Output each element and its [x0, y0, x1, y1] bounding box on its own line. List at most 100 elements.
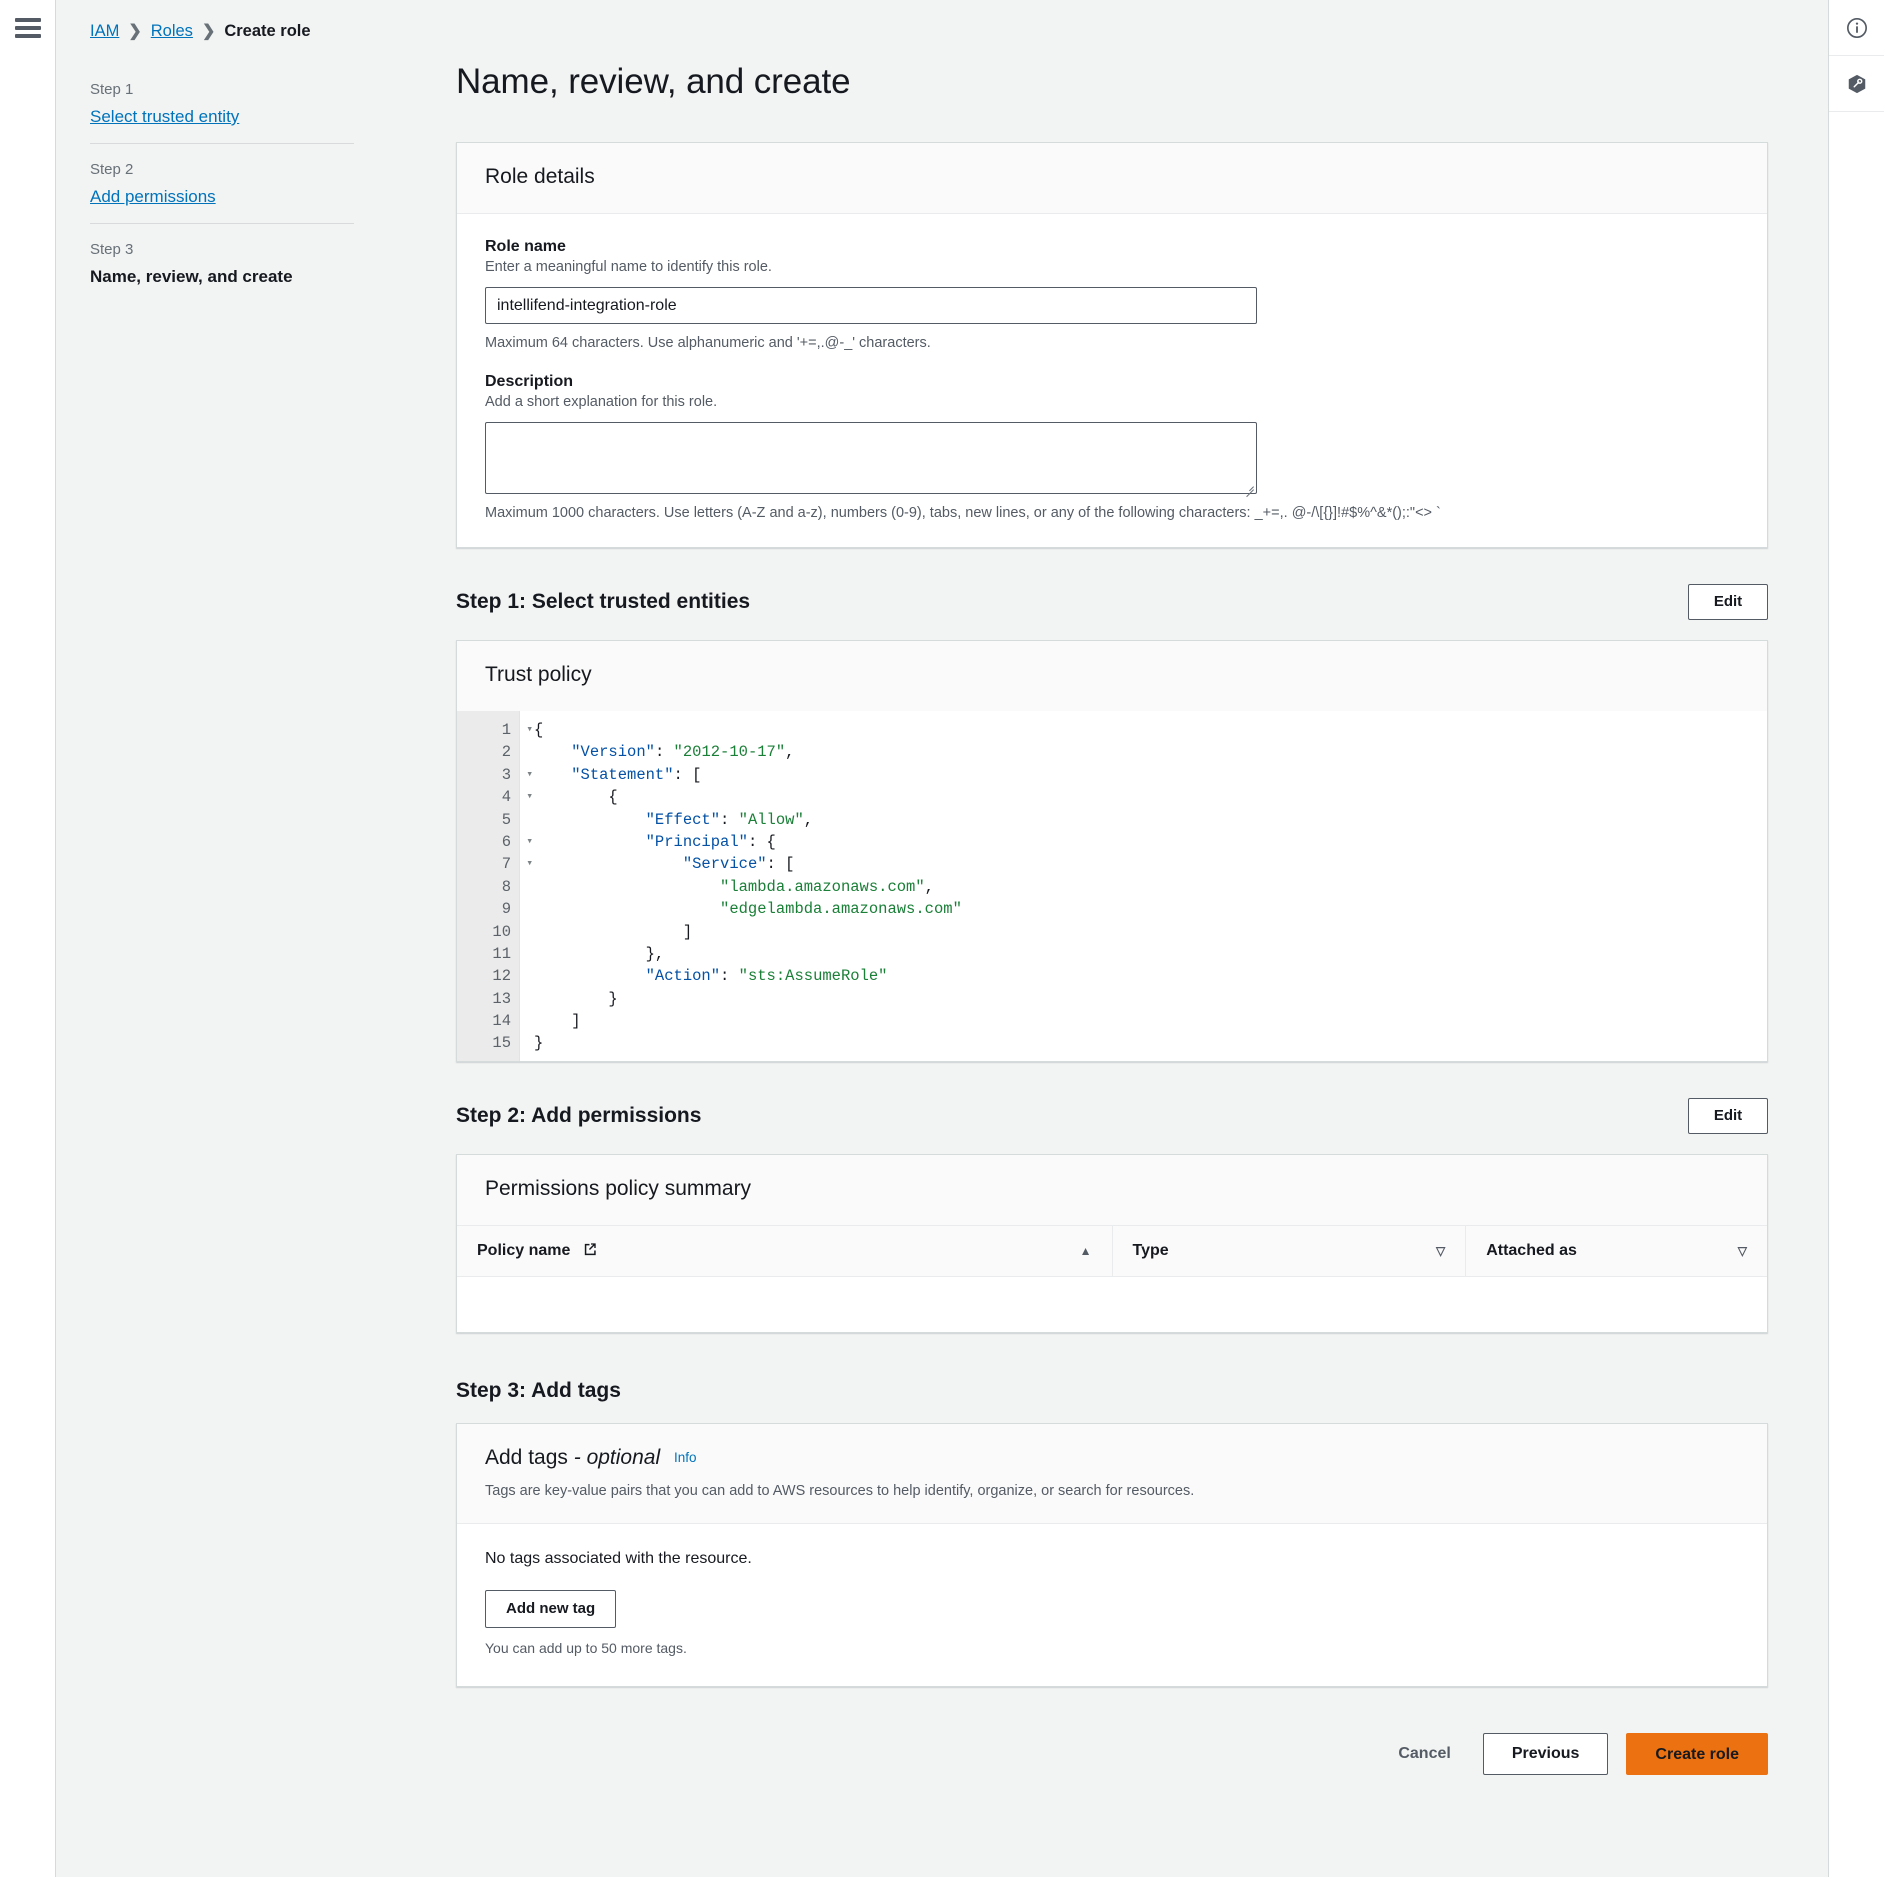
- sidebar-step-3: Step 3 Name, review, and create: [90, 223, 354, 303]
- sidebar-step-3-label: Step 3: [90, 241, 134, 258]
- step1-edit-button[interactable]: Edit: [1688, 584, 1768, 620]
- code-line: ]: [534, 1012, 581, 1031]
- code-line: "lambda.amazonaws.com",: [720, 877, 934, 896]
- add-new-tag-button[interactable]: Add new tag: [485, 1590, 617, 1629]
- cancel-button[interactable]: Cancel: [1384, 1745, 1464, 1763]
- table-header-row: Policy name ▲ Type ▽ Attached as ▽: [457, 1224, 1767, 1277]
- create-role-button[interactable]: Create role: [1626, 1733, 1768, 1776]
- role-name-hint: Maximum 64 characters. Use alphanumeric …: [485, 335, 931, 351]
- hamburger-menu-icon[interactable]: [14, 18, 41, 38]
- fold-toggle-icon[interactable]: ▾: [526, 719, 533, 741]
- step2-edit-button[interactable]: Edit: [1688, 1097, 1768, 1134]
- code-line: "edgelambda.amazonaws.com": [720, 900, 962, 919]
- fold-toggle-icon[interactable]: ▾: [526, 853, 533, 875]
- line-number: 9: [501, 900, 511, 919]
- info-link[interactable]: Info: [674, 1450, 697, 1465]
- code-line: "Principal": {: [645, 832, 776, 851]
- description-description: Add a short explanation for this role.: [485, 394, 718, 410]
- step2-section-header: Step 2: Add permissions Edit: [456, 1097, 1768, 1134]
- wizard-footer: Cancel Previous Create role: [456, 1723, 1768, 1815]
- add-tags-subtitle: Tags are key-value pairs that you can ad…: [485, 1483, 1195, 1500]
- code-gutter: 1 ▾ 2 3 ▾ 4 ▾ 5 6 ▾ 7 ▾ 8 9 10 11 12 13 14 15: [457, 711, 533, 1061]
- tags-empty-text: No tags associated with the resource.: [485, 1550, 752, 1568]
- code-line: }: [534, 1034, 544, 1053]
- description-hint: Maximum 1000 characters. Use letters (A-…: [485, 505, 1441, 521]
- main-content: Name, review, and create Role details Ro…: [388, 0, 1828, 1877]
- role-name-description: Enter a meaningful name to identify this…: [485, 259, 772, 275]
- role-details-body: Role name Enter a meaningful name to ide…: [457, 214, 1767, 547]
- trust-policy-header: Trust policy: [457, 641, 1767, 711]
- step3-heading: Step 3: Add tags: [456, 1379, 621, 1403]
- tags-limit-hint: You can add up to 50 more tags.: [485, 1640, 687, 1657]
- column-policy-name-label: Policy name: [477, 1241, 571, 1259]
- info-circle-icon: [1846, 17, 1867, 38]
- code-line: ]: [534, 922, 693, 941]
- line-number: 7 ▾: [457, 853, 533, 875]
- table-empty-row: [457, 1276, 1767, 1333]
- add-tags-title: Add tags - optional Info: [485, 1446, 1739, 1470]
- sidebar-step-2-link[interactable]: Add permissions: [90, 187, 354, 207]
- trust-policy-title: Trust policy: [485, 663, 592, 686]
- code-line: "Statement": [: [571, 765, 702, 784]
- step3-section-header: Step 3: Add tags: [456, 1379, 1768, 1403]
- line-number: 14: [492, 1012, 511, 1031]
- code-content[interactable]: { "Version": "2012-10-17", "Statement": …: [519, 711, 1767, 1061]
- sidebar-step-2-label: Step 2: [90, 161, 134, 178]
- code-line: },: [534, 944, 665, 963]
- role-details-title: Role details: [485, 165, 595, 188]
- column-attached-as-label: Attached as: [1486, 1241, 1577, 1259]
- fold-toggle-icon[interactable]: ▾: [526, 764, 533, 786]
- line-number: 6 ▾: [457, 831, 533, 853]
- column-policy-name[interactable]: Policy name ▲: [457, 1224, 1112, 1277]
- line-number: 13: [492, 989, 511, 1008]
- role-name-label: Role name: [485, 238, 566, 255]
- external-link-icon[interactable]: [582, 1242, 597, 1257]
- sort-ascending-icon[interactable]: ▲: [1080, 1244, 1092, 1258]
- add-tags-title-text: Add tags: [485, 1446, 568, 1470]
- line-number: 3 ▾: [457, 764, 533, 786]
- breadcrumb-chevron-icon: ❯: [128, 22, 142, 40]
- description-label: Description: [485, 373, 574, 390]
- add-tags-header: Add tags - optional Info Tags are key-va…: [457, 1424, 1767, 1525]
- trust-policy-panel: Trust policy 1 ▾ 2 3 ▾ 4 ▾ 5 6 ▾ 7 ▾ 8 9 10 11 12 13 14 15 …: [456, 640, 1768, 1062]
- add-tags-body: No tags associated with the resource. Ad…: [457, 1524, 1767, 1686]
- right-utility-rail: [1828, 0, 1884, 1877]
- code-line: }: [534, 989, 618, 1008]
- code-line: "Version": "2012-10-17",: [571, 743, 795, 762]
- column-type-label: Type: [1132, 1241, 1169, 1259]
- line-number: 8: [501, 877, 511, 896]
- add-tags-optional-text: - optional: [573, 1446, 661, 1470]
- line-number: 12: [492, 967, 511, 986]
- sort-descending-icon[interactable]: ▽: [1738, 1244, 1747, 1258]
- step2-heading: Step 2: Add permissions: [456, 1103, 702, 1127]
- description-textarea[interactable]: [485, 422, 1257, 494]
- hexagon-key-icon: [1848, 74, 1865, 93]
- code-line: "Service": [: [682, 855, 795, 874]
- role-name-input[interactable]: [485, 287, 1257, 324]
- breadcrumb: IAM ❯ Roles ❯ Create role: [90, 22, 354, 41]
- breadcrumb-chevron-icon: ❯: [201, 22, 216, 40]
- previous-button[interactable]: Previous: [1482, 1733, 1609, 1776]
- fold-toggle-icon[interactable]: ▾: [526, 786, 533, 808]
- column-attached-as[interactable]: Attached as ▽: [1465, 1224, 1767, 1277]
- fold-toggle-icon[interactable]: ▾: [526, 831, 533, 853]
- breadcrumb-item-create-role: Create role: [224, 22, 311, 40]
- role-details-panel: Role details Role name Enter a meaningfu…: [456, 142, 1768, 548]
- settings-panel-button[interactable]: [1828, 56, 1884, 112]
- step1-heading: Step 1: Select trusted entities: [456, 590, 751, 613]
- column-type[interactable]: Type ▽: [1111, 1224, 1466, 1277]
- trust-policy-code-editor[interactable]: 1 ▾ 2 3 ▾ 4 ▾ 5 6 ▾ 7 ▾ 8 9 10 11 12 13 14 15 { "Version": …: [457, 711, 1767, 1061]
- sort-descending-icon[interactable]: ▽: [1436, 1244, 1445, 1258]
- line-number: 11: [492, 944, 511, 963]
- sidebar-step-1-link[interactable]: Select trusted entity: [90, 107, 354, 127]
- line-number: 1 ▾: [457, 719, 533, 741]
- info-panel-button[interactable]: [1828, 0, 1884, 56]
- page-title: Name, review, and create: [456, 62, 851, 101]
- line-number: 10: [492, 922, 511, 941]
- breadcrumb-item-roles[interactable]: Roles: [151, 22, 193, 41]
- add-tags-panel: Add tags - optional Info Tags are key-va…: [456, 1423, 1768, 1688]
- line-number: 15: [492, 1034, 511, 1053]
- permissions-summary-header: Permissions policy summary: [457, 1154, 1767, 1225]
- line-number: 2: [501, 743, 511, 762]
- breadcrumb-item-iam[interactable]: IAM: [90, 22, 119, 41]
